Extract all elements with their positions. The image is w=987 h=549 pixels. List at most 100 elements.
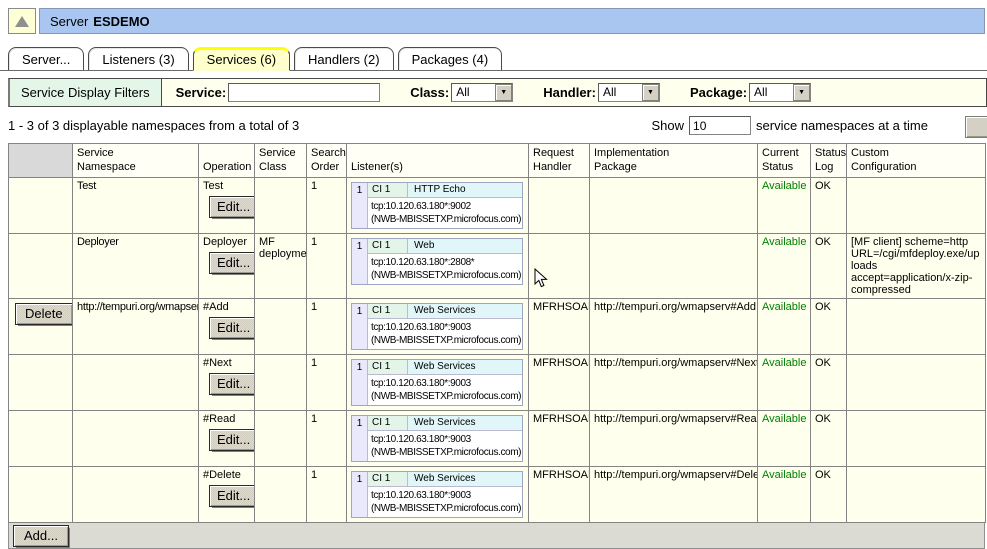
class-filter-select[interactable]: All ▼ xyxy=(451,83,513,102)
col-header-custom-configuration: Custom Configuration xyxy=(847,144,986,178)
tab-packages[interactable]: Packages (4) xyxy=(398,47,503,70)
range-text: 1 - 3 of 3 displayable namespaces from a… xyxy=(8,118,299,133)
class-filter-label: Class: xyxy=(410,85,449,100)
service-namespace-cell: http://tempuri.org/wmapserv xyxy=(73,299,199,355)
table-row: Delete http://tempuri.org/wmapserv #Add … xyxy=(9,299,986,355)
service-filter-input[interactable] xyxy=(228,83,380,102)
package-filter-select[interactable]: All ▼ xyxy=(749,83,811,102)
tab-handlers[interactable]: Handlers (2) xyxy=(294,47,394,70)
custom-configuration-cell xyxy=(847,467,986,523)
implementation-package-cell: http://tempuri.org/wmapserv#Add xyxy=(590,299,758,355)
current-status-cell: Available xyxy=(758,411,811,467)
service-namespace-cell xyxy=(73,467,199,523)
edit-button[interactable]: Edit... xyxy=(209,485,255,507)
filter-bar: Service Display Filters Service: Class: … xyxy=(8,78,987,107)
add-button[interactable]: Add... xyxy=(13,525,69,547)
listener-name: Web xyxy=(408,239,522,253)
listener-name: Web Services xyxy=(408,416,522,430)
search-order-cell: 1 xyxy=(307,411,347,467)
table-header-row: Service Namespace Operation Service Clas… xyxy=(9,144,986,178)
service-class-cell xyxy=(255,467,307,523)
operation-cell: #Read Edit... xyxy=(199,411,255,467)
status-text: Available xyxy=(762,357,806,369)
implementation-package-cell: http://tempuri.org/wmapserv#Next xyxy=(590,355,758,411)
edit-button[interactable]: Edit... xyxy=(209,317,255,339)
operation-cell: #Add Edit... xyxy=(199,299,255,355)
listener-box: 1 CI 1 HTTP Echo tcp:10.120.63.180*:9002… xyxy=(351,182,523,229)
server-title-bar: Server ESDEMO xyxy=(39,8,985,34)
current-status-cell: Available xyxy=(758,234,811,299)
listeners-cell: 1 CI 1 HTTP Echo tcp:10.120.63.180*:9002… xyxy=(347,178,529,234)
collapse-toggle[interactable] xyxy=(8,8,36,34)
custom-configuration-cell xyxy=(847,299,986,355)
show-count-group: Show service namespaces at a time xyxy=(647,116,987,135)
status-text: Available xyxy=(762,413,806,425)
chevron-down-icon: ▼ xyxy=(793,84,810,101)
listener-name: Web Services xyxy=(408,472,522,486)
tab-listeners[interactable]: Listeners (3) xyxy=(88,47,188,70)
pager-button[interactable] xyxy=(965,116,987,138)
listener-number: 1 xyxy=(352,304,368,349)
operation-cell: #Delete Edit... xyxy=(199,467,255,523)
tab-services[interactable]: Services (6) xyxy=(193,47,290,71)
handler-filter-select[interactable]: All ▼ xyxy=(598,83,660,102)
delete-button[interactable]: Delete xyxy=(15,303,73,325)
implementation-package-cell xyxy=(590,178,758,234)
listener-address: tcp:10.120.63.180*:9003 (NWB-MBISSETXP.m… xyxy=(368,431,522,461)
listener-ci-label: CI 1 xyxy=(368,416,408,430)
services-table: Service Namespace Operation Service Clas… xyxy=(8,143,986,523)
status-log-cell: OK xyxy=(811,467,847,523)
listeners-cell: 1 CI 1 Web Services tcp:10.120.63.180*:9… xyxy=(347,411,529,467)
server-header-bar: Server ESDEMO xyxy=(8,8,985,34)
listeners-cell: 1 CI 1 Web Services tcp:10.120.63.180*:9… xyxy=(347,355,529,411)
package-filter-label: Package: xyxy=(690,85,747,100)
listener-address: tcp:10.120.63.180*:9003 (NWB-MBISSETXP.m… xyxy=(368,319,522,349)
filter-fields: Service: Class: All ▼ Handler: All ▼ Pac… xyxy=(162,79,841,106)
listener-box: 1 CI 1 Web tcp:10.120.63.180*:2808* (NWB… xyxy=(351,238,523,285)
handler-filter-label: Handler: xyxy=(543,85,596,100)
listener-ci-label: CI 1 xyxy=(368,183,408,197)
listener-ci-label: CI 1 xyxy=(368,360,408,374)
status-log-cell: OK xyxy=(811,411,847,467)
col-header-implementation-package: Implementation Package xyxy=(590,144,758,178)
table-row: #Delete Edit... 1 1 CI 1 Web Services tc… xyxy=(9,467,986,523)
current-status-cell: Available xyxy=(758,355,811,411)
bottom-action-bar: Add... xyxy=(8,523,985,549)
server-label: Server xyxy=(50,14,88,29)
edit-button[interactable]: Edit... xyxy=(209,252,255,274)
custom-configuration-cell xyxy=(847,355,986,411)
edit-button[interactable]: Edit... xyxy=(209,373,255,395)
edit-button[interactable]: Edit... xyxy=(209,429,255,451)
listener-ci-label: CI 1 xyxy=(368,239,408,253)
listener-box: 1 CI 1 Web Services tcp:10.120.63.180*:9… xyxy=(351,359,523,406)
table-row: #Read Edit... 1 1 CI 1 Web Services tcp:… xyxy=(9,411,986,467)
implementation-package-cell xyxy=(590,234,758,299)
col-header-status-log: Status Log xyxy=(811,144,847,178)
status-log-cell: OK xyxy=(811,178,847,234)
listeners-cell: 1 CI 1 Web Services tcp:10.120.63.180*:9… xyxy=(347,299,529,355)
implementation-package-cell: http://tempuri.org/wmapserv#Read xyxy=(590,411,758,467)
service-class-cell xyxy=(255,411,307,467)
listener-number: 1 xyxy=(352,360,368,405)
tab-server[interactable]: Server... xyxy=(8,47,84,70)
edit-button[interactable]: Edit... xyxy=(209,196,255,218)
service-namespace-cell: Deployer xyxy=(73,234,199,299)
current-status-cell: Available xyxy=(758,467,811,523)
action-cell: Delete xyxy=(9,299,73,355)
status-text: Available xyxy=(762,301,806,313)
show-label: Show xyxy=(652,118,685,133)
show-count-input[interactable] xyxy=(689,116,751,135)
col-header-service-class: Service Class xyxy=(255,144,307,178)
search-order-cell: 1 xyxy=(307,178,347,234)
current-status-cell: Available xyxy=(758,299,811,355)
search-order-cell: 1 xyxy=(307,234,347,299)
listener-name: Web Services xyxy=(408,360,522,374)
listener-address: tcp:10.120.63.180*:9003 (NWB-MBISSETXP.m… xyxy=(368,375,522,405)
listener-address: tcp:10.120.63.180*:2808* (NWB-MBISSETXP.… xyxy=(368,254,522,284)
service-class-cell xyxy=(255,299,307,355)
show-suffix: service namespaces at a time xyxy=(756,118,928,133)
action-cell xyxy=(9,178,73,234)
operation-cell: Test Edit... xyxy=(199,178,255,234)
current-status-cell: Available xyxy=(758,178,811,234)
listener-box: 1 CI 1 Web Services tcp:10.120.63.180*:9… xyxy=(351,415,523,462)
